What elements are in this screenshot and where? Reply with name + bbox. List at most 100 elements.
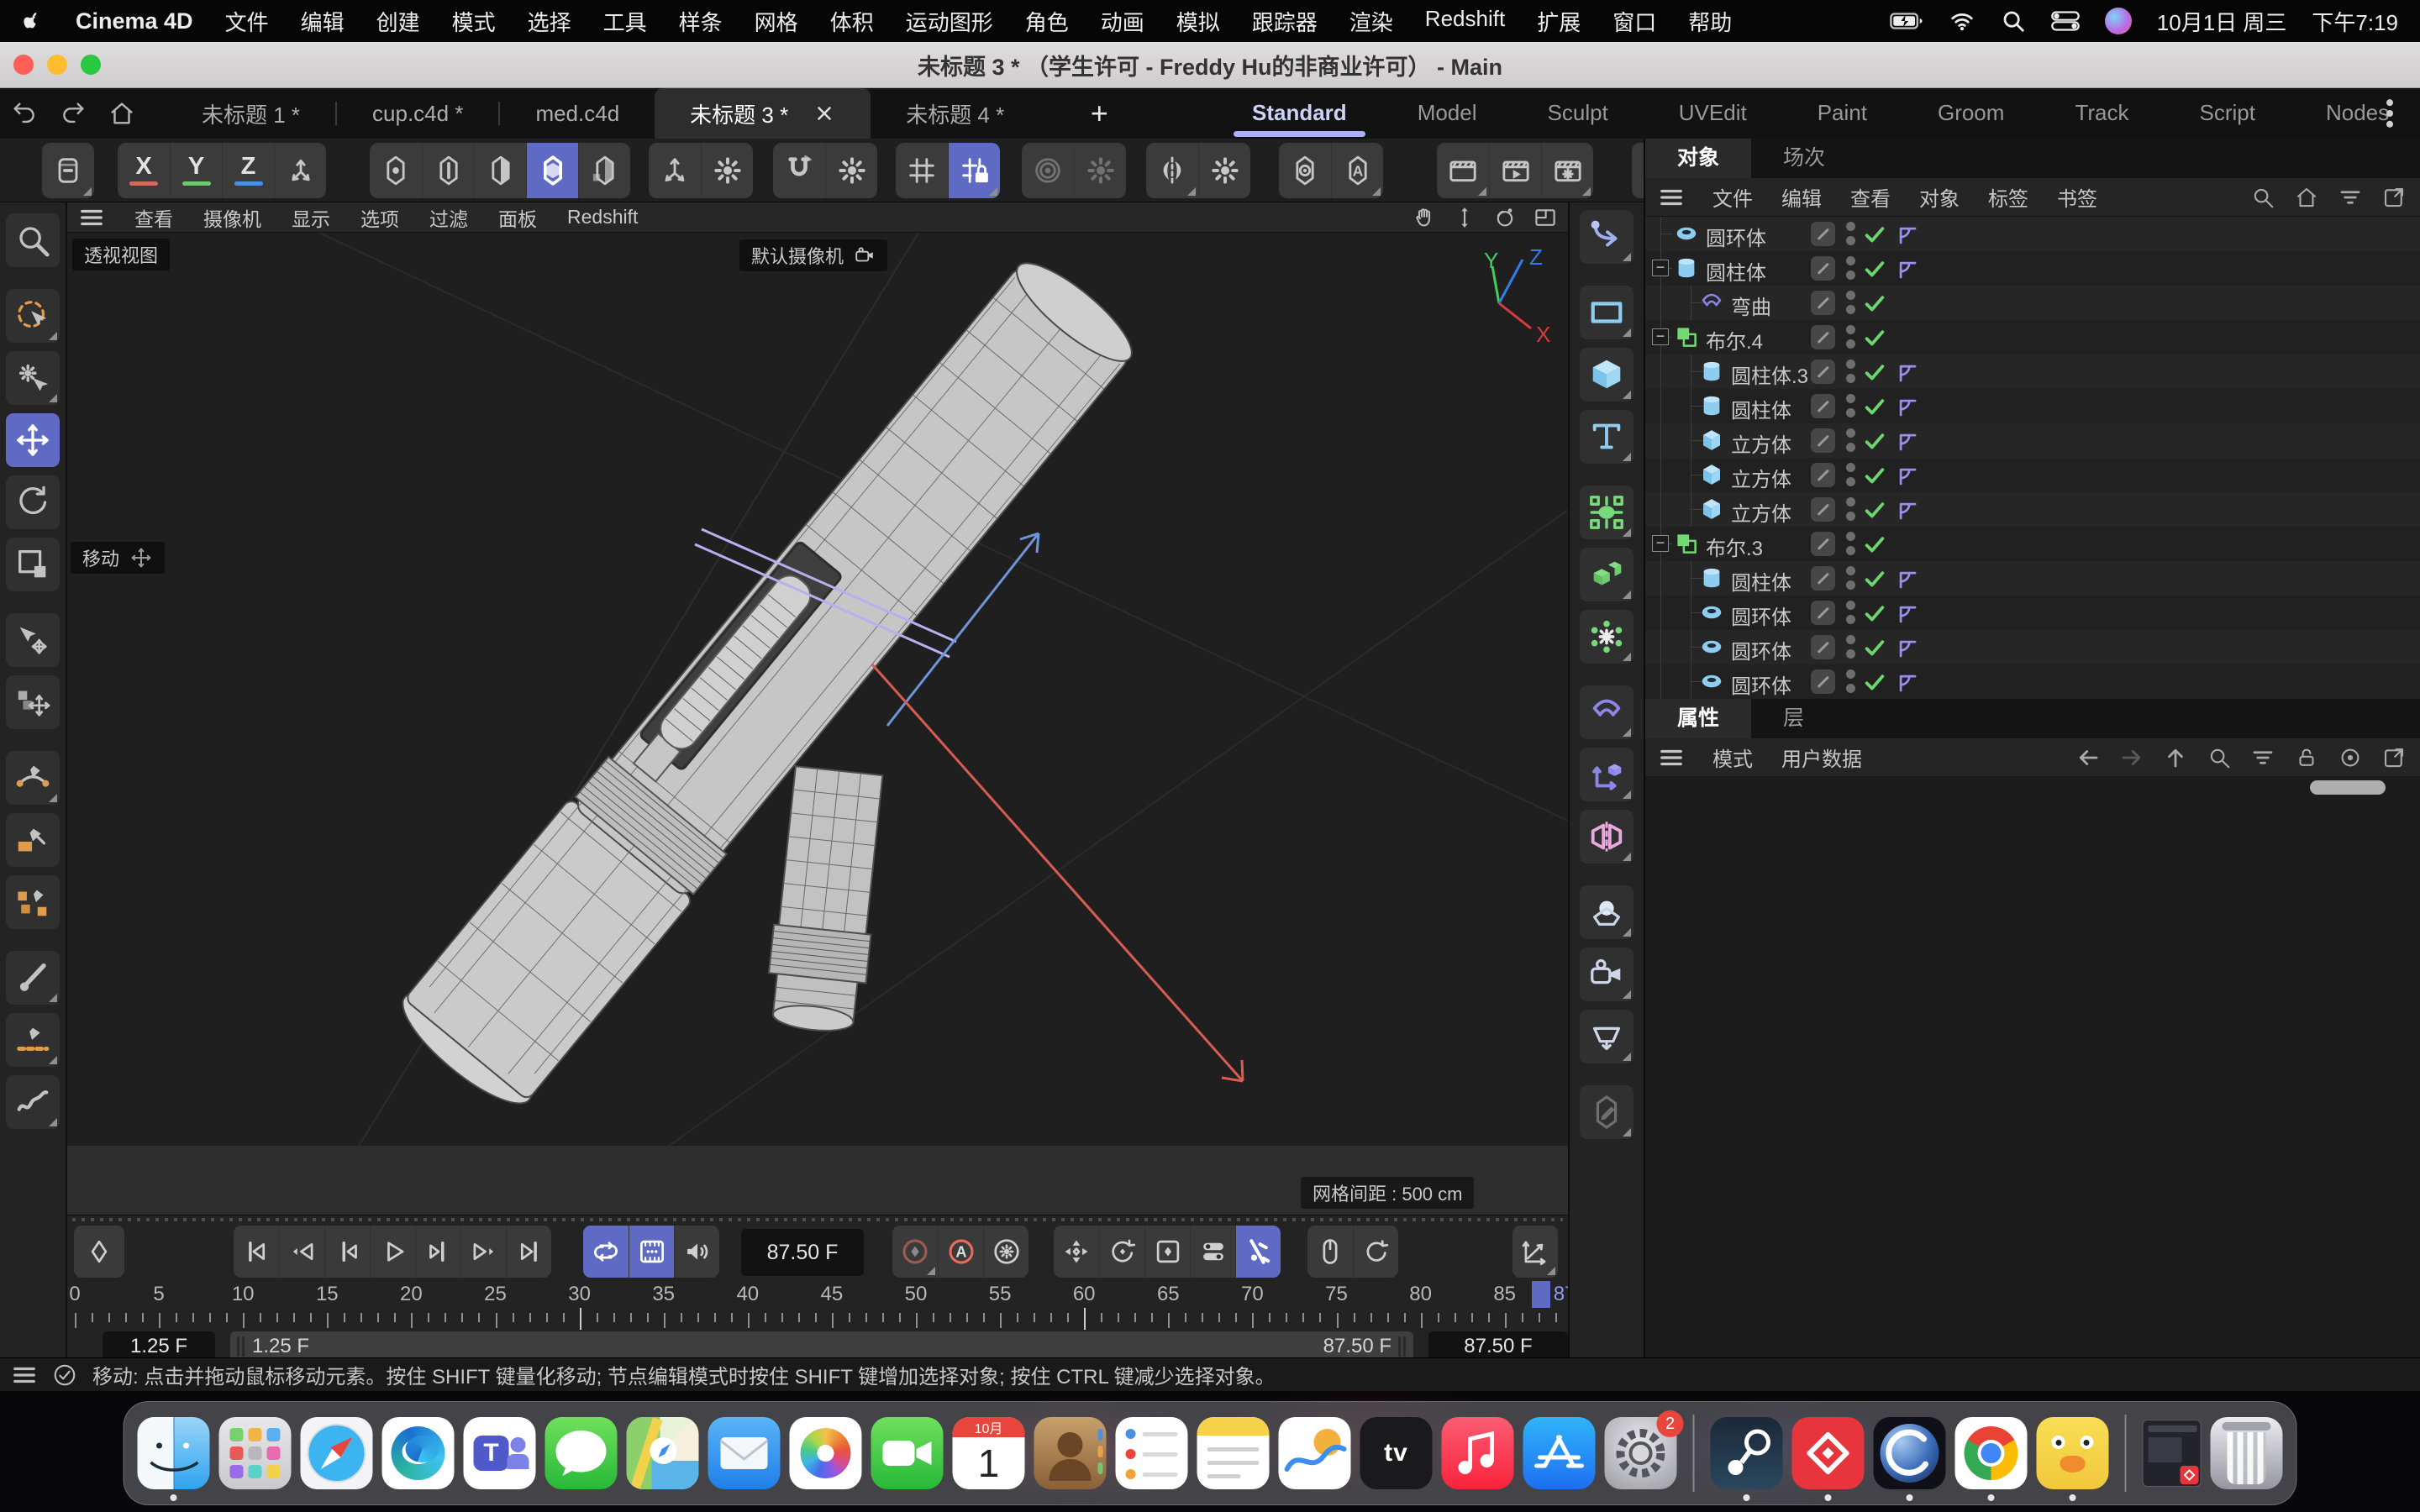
timeline-loop-button[interactable] (583, 1226, 629, 1278)
dock-app-trash[interactable] (2211, 1417, 2283, 1489)
dock-app-settings[interactable]: 2 (1605, 1417, 1677, 1489)
tool-live-selection-button[interactable] (6, 289, 60, 343)
menu-item-10[interactable]: 角色 (1025, 6, 1069, 37)
enable-toggle[interactable] (1811, 532, 1835, 556)
visibility-dot-render[interactable] (1846, 684, 1855, 693)
enable-toggle[interactable] (1811, 291, 1835, 315)
tree-row-立方体[interactable]: 立方体 (1645, 458, 2420, 492)
viewport-menu-5[interactable]: 面板 (498, 203, 537, 232)
view-label-chip[interactable]: 透视视图 (72, 239, 170, 270)
close-tab-icon[interactable] (813, 102, 835, 124)
visibility-dot-render[interactable] (1846, 649, 1855, 659)
toolbar-render-settings-button[interactable] (1541, 143, 1593, 198)
menu-item-9[interactable]: 运动图形 (906, 6, 993, 37)
dock-app-music[interactable] (1442, 1417, 1514, 1489)
tree-row-圆环体[interactable]: 圆环体 (1645, 596, 2420, 630)
object-subdivision-button[interactable] (1580, 486, 1634, 539)
phong-tag-icon[interactable] (1894, 566, 1919, 591)
enable-toggle[interactable] (1811, 394, 1835, 418)
timeline-key-pos-button[interactable] (1054, 1226, 1099, 1278)
om-search-button[interactable] (2250, 185, 2275, 210)
object-stage-button[interactable] (1580, 1010, 1634, 1063)
tree-row-立方体[interactable]: 立方体 (1645, 492, 2420, 527)
layout-tab-uvedit[interactable]: UVEdit (1644, 88, 1782, 139)
enable-toggle[interactable] (1811, 669, 1835, 694)
visibility-dot-render[interactable] (1846, 443, 1855, 452)
viewport-menu-2[interactable]: 显示 (292, 203, 330, 232)
object-camera-obj-button[interactable] (1580, 948, 1634, 1001)
scrollbar-thumb[interactable] (2310, 780, 2386, 795)
visibility-dot-editor[interactable] (1846, 222, 1855, 231)
phong-tag-icon[interactable] (1894, 601, 1919, 626)
toolbar-make-editable-button[interactable] (42, 143, 94, 198)
viewport-menu-6[interactable]: Redshift (567, 206, 638, 228)
am-search-button[interactable] (2207, 745, 2232, 770)
object-material-dim-button[interactable] (1580, 1085, 1634, 1139)
enable-toggle[interactable] (1811, 222, 1835, 246)
expand-toggle[interactable]: − (1652, 328, 1669, 345)
tree-row-圆柱体[interactable]: 圆柱体 (1645, 561, 2420, 596)
object-manager-menu-2[interactable]: 查看 (1850, 182, 1891, 212)
dock-app-cinema4d[interactable] (1874, 1417, 1946, 1489)
timeline-fcurve-button[interactable] (1512, 1226, 1558, 1278)
viewport-dolly-button[interactable] (1452, 205, 1477, 230)
enabled-check-icon[interactable] (1862, 222, 1887, 247)
enable-toggle[interactable] (1811, 601, 1835, 625)
dock-app-finder[interactable] (138, 1417, 210, 1489)
object-symmetry-obj-button[interactable] (1580, 810, 1634, 864)
toolbar-mode-model-button[interactable] (526, 143, 578, 198)
object-manager-menu-4[interactable]: 标签 (1988, 182, 2028, 212)
enabled-check-icon[interactable] (1862, 325, 1887, 350)
doc-tab-2[interactable]: med.c4d (500, 88, 655, 139)
phong-tag-icon[interactable] (1894, 428, 1919, 454)
visibility-dot-render[interactable] (1846, 339, 1855, 349)
layout-tab-paint[interactable]: Paint (1782, 88, 1902, 139)
enable-toggle[interactable] (1811, 635, 1835, 659)
dock-app-safari[interactable] (301, 1417, 373, 1489)
layout-menu-icon[interactable] (2371, 94, 2408, 133)
am-arrow-right-button[interactable] (2119, 745, 2144, 770)
menu-item-11[interactable]: 动画 (1101, 6, 1144, 37)
timeline-add-keyframe-button[interactable] (74, 1226, 124, 1278)
dock-app-appstore[interactable] (1523, 1417, 1596, 1489)
expand-toggle[interactable]: − (1652, 535, 1669, 552)
enabled-check-icon[interactable] (1862, 463, 1887, 488)
visibility-dot-editor[interactable] (1846, 256, 1855, 265)
am-lock-button[interactable] (2294, 745, 2319, 770)
toolbar-gear-button[interactable] (1074, 143, 1126, 198)
phong-tag-icon[interactable] (1894, 360, 1919, 385)
enable-toggle[interactable] (1811, 463, 1835, 487)
timeline-render-range-button[interactable] (629, 1226, 674, 1278)
layout-tab-track[interactable]: Track (2039, 88, 2164, 139)
viewport-vp-layout-button[interactable] (1533, 205, 1558, 230)
toolbar-gear-button[interactable] (701, 143, 753, 198)
timeline-key-params-button[interactable] (1190, 1226, 1235, 1278)
visibility-dot-render[interactable] (1846, 580, 1855, 590)
phong-tag-icon[interactable] (1894, 497, 1919, 522)
new-tab-button[interactable]: + (1078, 96, 1120, 131)
layout-tab-script[interactable]: Script (2164, 88, 2290, 139)
viewport-menu-0[interactable]: 查看 (134, 203, 173, 232)
viewport-menu-4[interactable]: 过滤 (429, 203, 468, 232)
dock-app-maps[interactable] (627, 1417, 699, 1489)
tool-tweak-button[interactable] (6, 351, 60, 405)
menu-item-7[interactable]: 网格 (755, 6, 798, 37)
visibility-dot-render[interactable] (1846, 615, 1855, 624)
am-filter-button[interactable] (2250, 745, 2275, 770)
menu-item-6[interactable]: 样条 (679, 6, 723, 37)
enable-toggle[interactable] (1811, 428, 1835, 453)
dock-app-contacts[interactable] (1034, 1417, 1107, 1489)
apple-logo-icon[interactable] (22, 8, 44, 34)
wifi-icon[interactable] (1949, 8, 1975, 34)
toolbar-viewport-auto-button[interactable]: A (1331, 143, 1383, 198)
enabled-check-icon[interactable] (1862, 497, 1887, 522)
visibility-dot-editor[interactable] (1846, 532, 1855, 541)
om-export-button[interactable] (2381, 185, 2407, 210)
attribute-manager-menu-1[interactable]: 用户数据 (1781, 743, 1862, 772)
layout-tab-sculpt[interactable]: Sculpt (1512, 88, 1644, 139)
viewport-menu-1[interactable]: 摄像机 (203, 203, 261, 232)
tool-spline-smooth-button[interactable] (6, 1013, 60, 1067)
viewport-hand-button[interactable] (1412, 205, 1437, 230)
doc-tab-1[interactable]: cup.c4d * (337, 88, 498, 139)
menu-item-4[interactable]: 选择 (528, 6, 571, 37)
